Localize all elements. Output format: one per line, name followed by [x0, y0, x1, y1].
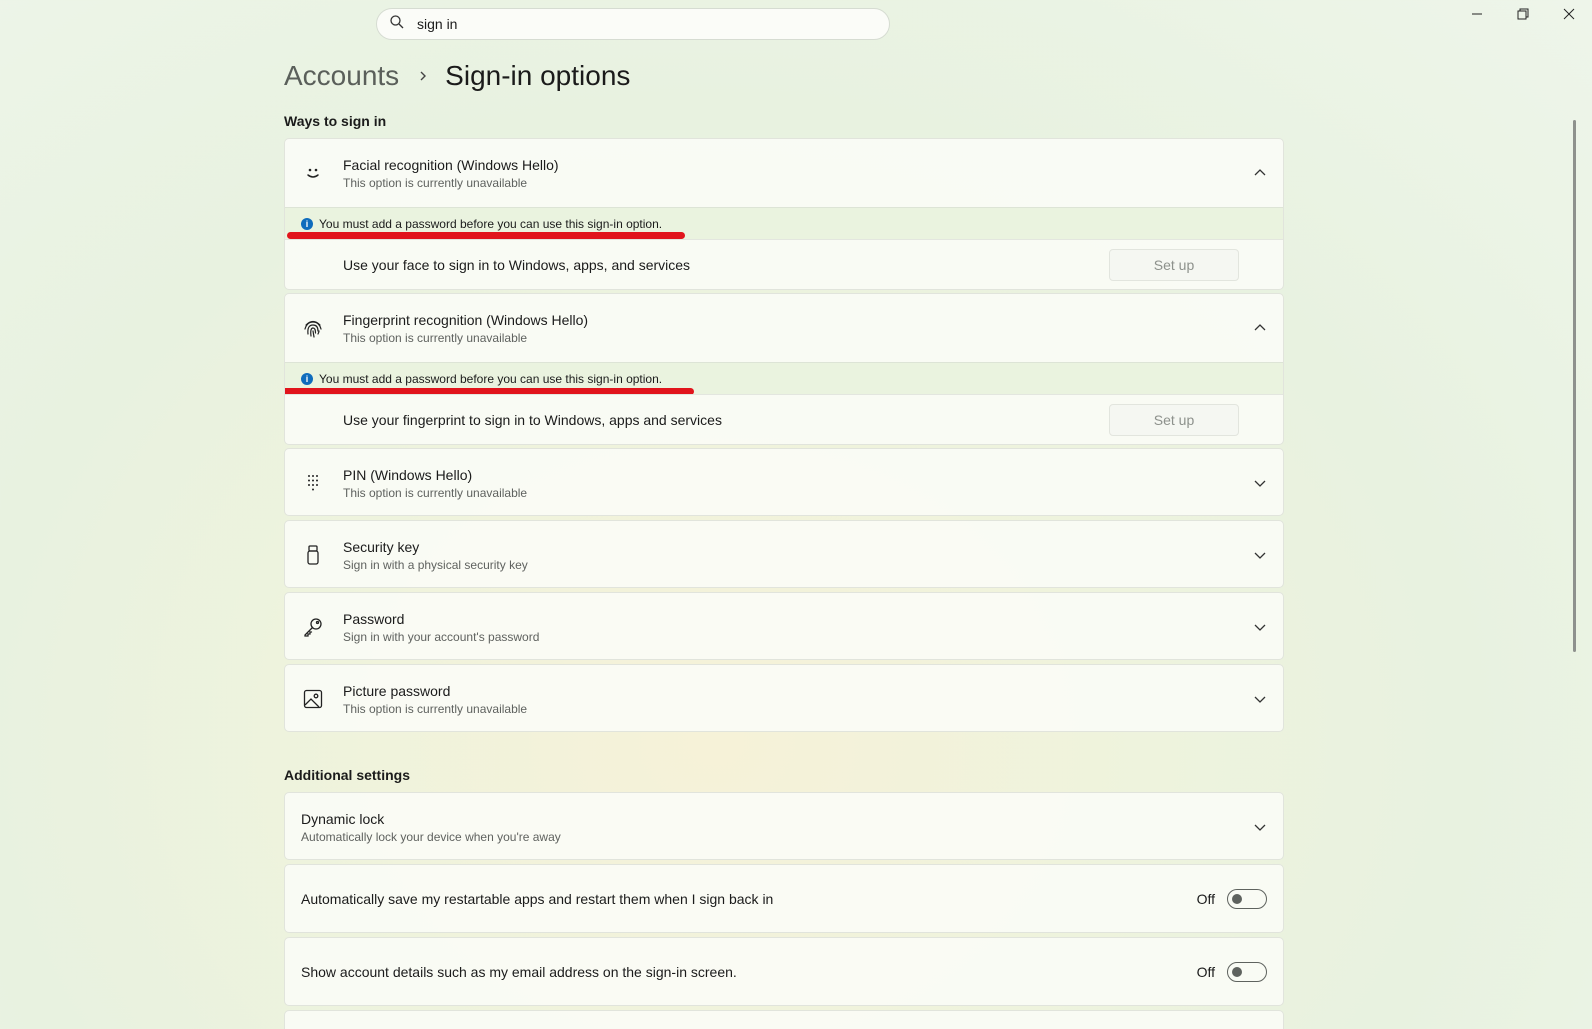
password-title: Password — [343, 611, 405, 627]
search-input[interactable] — [417, 16, 837, 32]
facial-recognition-header[interactable]: Facial recognition (Windows Hello) This … — [285, 139, 1283, 207]
fingerprint-recognition-card: Fingerprint recognition (Windows Hello) … — [284, 293, 1284, 445]
restore-icon — [1517, 7, 1529, 25]
minimize-button[interactable] — [1454, 0, 1500, 32]
keypad-icon — [301, 471, 325, 495]
key-icon — [301, 615, 325, 639]
facial-setup-text: Use your face to sign in to Windows, app… — [343, 256, 691, 273]
fingerprint-icon — [301, 316, 325, 340]
picture-password-card[interactable]: Picture password This option is currentl… — [284, 664, 1284, 732]
pin-subtitle: This option is currently unavailable — [343, 486, 528, 500]
chevron-up-icon — [1253, 321, 1267, 335]
chevron-down-icon — [1253, 692, 1267, 706]
close-icon — [1563, 7, 1575, 25]
restartable-apps-toggle[interactable] — [1227, 888, 1267, 909]
section-title-ways: Ways to sign in — [284, 113, 387, 129]
restartable-apps-state: Off — [1196, 890, 1215, 907]
account-details-card: Show account details such as my email ad… — [284, 937, 1284, 1006]
dynamic-lock-card[interactable]: Dynamic lock Automatically lock your dev… — [284, 792, 1284, 860]
fingerprint-recognition-header[interactable]: Fingerprint recognition (Windows Hello) … — [285, 294, 1283, 362]
picture-icon — [301, 687, 325, 711]
account-details-toggle[interactable] — [1227, 961, 1267, 982]
account-details-label: Show account details such as my email ad… — [301, 964, 737, 980]
fingerprint-setup-text: Use your fingerprint to sign in to Windo… — [343, 411, 722, 428]
chevron-right-icon — [417, 70, 429, 82]
search-icon — [389, 14, 405, 35]
next-setting-card — [284, 1010, 1284, 1029]
info-icon: i — [301, 372, 313, 385]
picture-password-title: Picture password — [343, 683, 451, 699]
fingerprint-recognition-subtitle: This option is currently unavailable — [343, 331, 528, 345]
section-title-additional: Additional settings — [284, 767, 410, 783]
pin-card[interactable]: PIN (Windows Hello) This option is curre… — [284, 448, 1284, 516]
minimize-icon — [1471, 7, 1483, 25]
search-box[interactable] — [376, 8, 890, 40]
restore-button[interactable] — [1500, 0, 1546, 32]
facial-recognition-card: Facial recognition (Windows Hello) This … — [284, 138, 1284, 290]
breadcrumb: Accounts Sign-in options — [284, 56, 630, 96]
facial-recognition-subtitle: This option is currently unavailable — [343, 176, 528, 190]
facial-setup-button[interactable]: Set up — [1109, 249, 1239, 281]
password-subtitle: Sign in with your account's password — [343, 630, 540, 644]
facial-recognition-title: Facial recognition (Windows Hello) — [343, 157, 559, 173]
chevron-down-icon — [1253, 476, 1267, 490]
restartable-apps-label: Automatically save my restartable apps a… — [301, 891, 774, 907]
page-title: Sign-in options — [445, 60, 631, 91]
security-key-subtitle: Sign in with a physical security key — [343, 558, 528, 572]
dynamic-lock-subtitle: Automatically lock your device when you'… — [301, 830, 561, 844]
account-details-state: Off — [1196, 963, 1215, 980]
chevron-down-icon — [1253, 820, 1267, 834]
fingerprint-info-bar: i You must add a password before you can… — [285, 362, 1283, 395]
fingerprint-recognition-title: Fingerprint recognition (Windows Hello) — [343, 312, 589, 328]
face-icon — [301, 161, 325, 185]
close-button[interactable] — [1546, 0, 1592, 32]
security-key-title: Security key — [343, 539, 420, 555]
facial-info-bar: i You must add a password before you can… — [285, 207, 1283, 239]
fingerprint-setup-button[interactable]: Set up — [1109, 404, 1239, 436]
dynamic-lock-title: Dynamic lock — [301, 811, 385, 827]
usb-key-icon — [301, 543, 325, 567]
password-card[interactable]: Password Sign in with your account's pas… — [284, 592, 1284, 660]
chevron-down-icon — [1253, 548, 1267, 562]
chevron-down-icon — [1253, 620, 1267, 634]
security-key-card[interactable]: Security key Sign in with a physical sec… — [284, 520, 1284, 588]
window-controls — [1454, 0, 1592, 32]
fingerprint-info-text: You must add a password before you can u… — [319, 371, 663, 386]
facial-info-text: You must add a password before you can u… — [319, 216, 663, 231]
scrollbar[interactable] — [1573, 120, 1576, 652]
red-underline-annotation — [287, 232, 685, 239]
picture-password-subtitle: This option is currently unavailable — [343, 702, 528, 716]
restartable-apps-card: Automatically save my restartable apps a… — [284, 864, 1284, 933]
chevron-up-icon — [1253, 166, 1267, 180]
fingerprint-setup-row: Use your fingerprint to sign in to Windo… — [285, 394, 1283, 444]
pin-title: PIN (Windows Hello) — [343, 467, 473, 483]
facial-setup-row: Use your face to sign in to Windows, app… — [285, 239, 1283, 289]
info-icon: i — [301, 217, 313, 230]
breadcrumb-accounts[interactable]: Accounts — [284, 60, 399, 92]
